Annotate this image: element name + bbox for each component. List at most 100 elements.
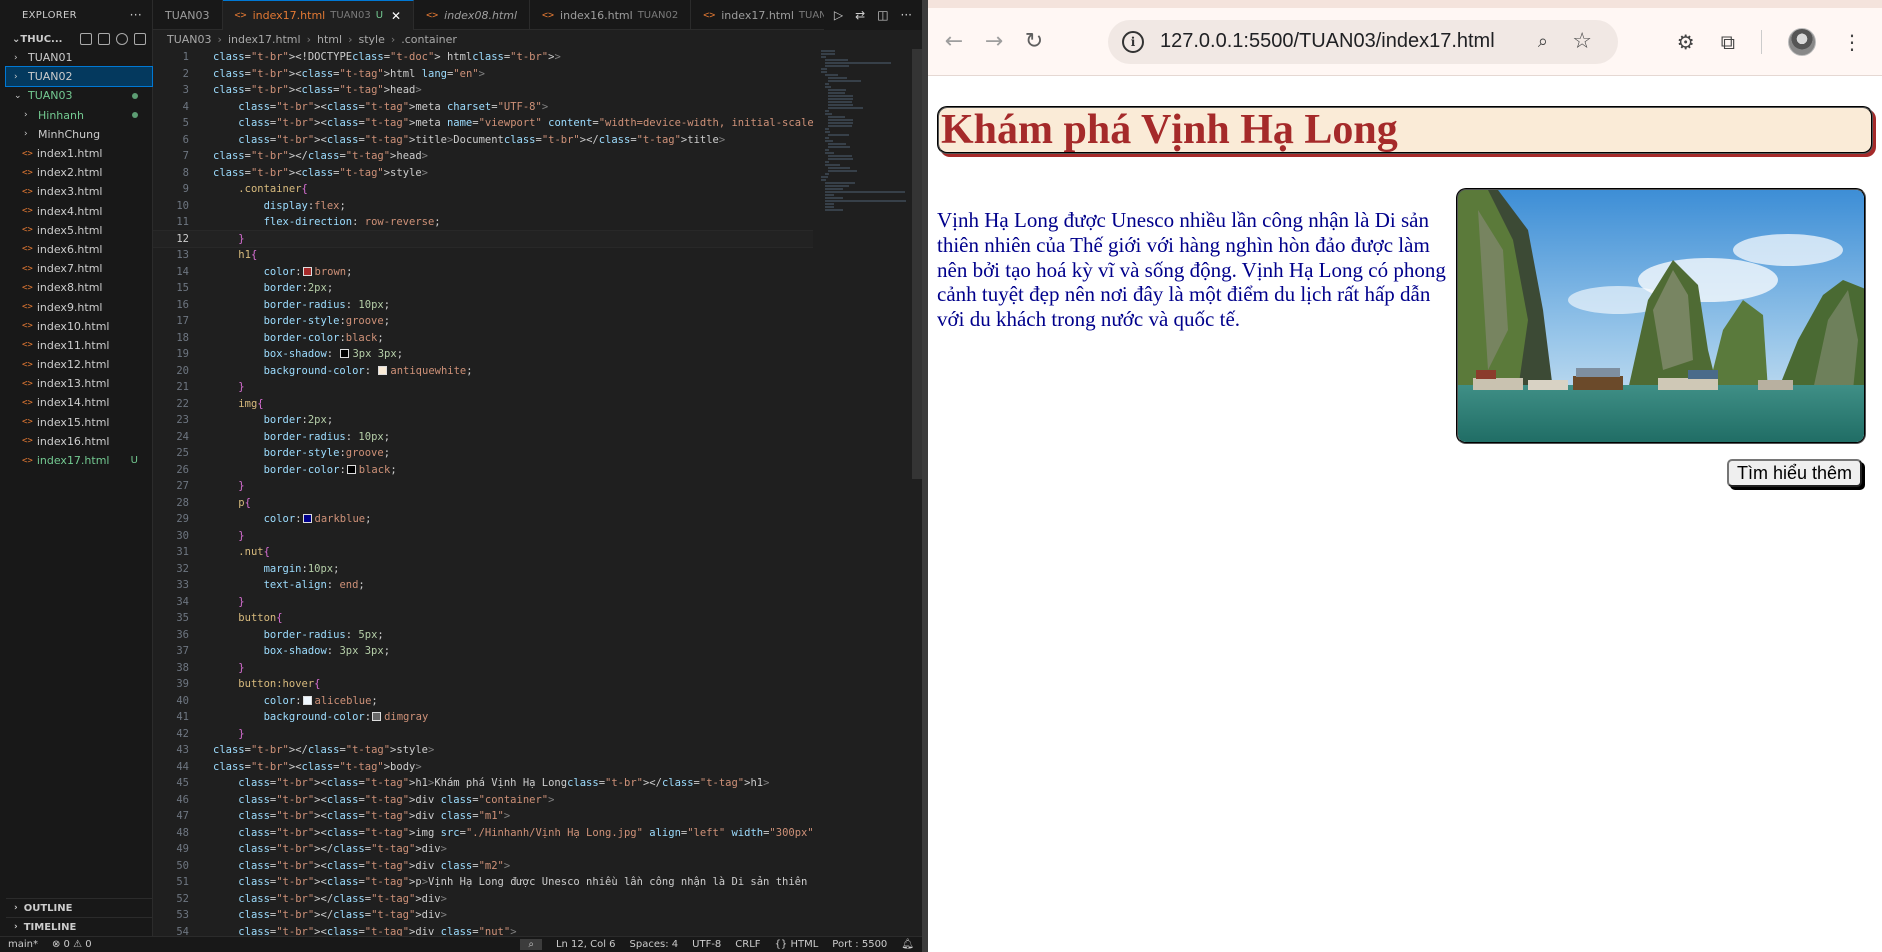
menu-kebab-icon[interactable]: ⋮ bbox=[1842, 30, 1862, 54]
branch-indicator[interactable]: main* bbox=[8, 939, 38, 950]
code-line[interactable]: 27 } bbox=[153, 478, 813, 495]
reload-button[interactable]: ↻ bbox=[1014, 22, 1054, 62]
learn-more-button[interactable]: Tìm hiểu thêm bbox=[1726, 459, 1862, 487]
workspace-root[interactable]: ⌄ THUC... bbox=[6, 30, 152, 48]
code-editor[interactable]: 1 class="t-br"><!DOCTYPEclass="t-doc"> ht… bbox=[153, 49, 813, 936]
code-line[interactable]: 25 border-style:groove; bbox=[153, 445, 813, 462]
editor-tab[interactable]: TUAN03 bbox=[153, 0, 223, 30]
url-text[interactable]: 127.0.0.1:5500/TUAN03/index17.html bbox=[1160, 30, 1495, 53]
code-line[interactable]: 35 button{ bbox=[153, 610, 813, 627]
encoding[interactable]: UTF-8 bbox=[692, 939, 721, 950]
code-line[interactable]: 18 border-color:black; bbox=[153, 330, 813, 347]
notifications-icon[interactable]: 🔔︎ bbox=[901, 939, 914, 950]
code-line[interactable]: 38 } bbox=[153, 660, 813, 677]
code-line[interactable]: 40 color: aliceblue; bbox=[153, 693, 813, 710]
more-actions-icon[interactable]: ··· bbox=[901, 8, 912, 22]
code-line[interactable]: 1 class="t-br"><!DOCTYPEclass="t-doc"> ht… bbox=[153, 49, 813, 66]
explorer-item[interactable]: <> index10.html bbox=[6, 317, 152, 336]
code-line[interactable]: 52 class="t-br"></class="t-tag">div> bbox=[153, 891, 813, 908]
explorer-item[interactable]: <> index16.html bbox=[6, 432, 152, 451]
code-line[interactable]: 34 } bbox=[153, 594, 813, 611]
explorer-item[interactable]: <> index9.html bbox=[6, 297, 152, 316]
code-line[interactable]: 2 class="t-br"><class="t-tag">html lang="… bbox=[153, 66, 813, 83]
code-line[interactable]: 17 border-style:groove; bbox=[153, 313, 813, 330]
code-line[interactable]: 31 .nut{ bbox=[153, 544, 813, 561]
code-line[interactable]: 45 class="t-br"><class="t-tag">h1>Khám p… bbox=[153, 775, 813, 792]
explorer-item[interactable]: <> index6.html bbox=[6, 240, 152, 259]
explorer-item[interactable]: <> index7.html bbox=[6, 259, 152, 278]
breadcrumb-item[interactable]: index17.html bbox=[228, 33, 301, 46]
explorer-item[interactable]: <> index4.html bbox=[6, 202, 152, 221]
explorer-item[interactable]: › TUAN01 bbox=[6, 48, 152, 67]
profile-avatar[interactable] bbox=[1788, 27, 1816, 56]
explorer-item[interactable]: <> index8.html bbox=[6, 278, 152, 297]
extensions-puzzle-icon[interactable]: ⧉ bbox=[1721, 30, 1735, 54]
code-line[interactable]: 42 } bbox=[153, 726, 813, 743]
compare-icon[interactable]: ⇄ bbox=[855, 8, 865, 22]
explorer-item[interactable]: › MinhChung bbox=[6, 125, 152, 144]
refresh-icon[interactable] bbox=[116, 33, 128, 45]
explorer-item[interactable]: <> index14.html bbox=[6, 393, 152, 412]
code-line[interactable]: 6 class="t-br"><class="t-tag">title>Docu… bbox=[153, 132, 813, 149]
code-line[interactable]: 12 } bbox=[153, 229, 813, 248]
code-line[interactable]: 15 border:2px; bbox=[153, 280, 813, 297]
zoom-icon[interactable]: ⌕ bbox=[1538, 31, 1548, 52]
live-server-port[interactable]: Port : 5500 bbox=[832, 939, 887, 950]
code-line[interactable]: 9 .container{ bbox=[153, 181, 813, 198]
run-icon[interactable]: ▷ bbox=[834, 8, 843, 22]
problems-indicator[interactable]: ⊗ 0 ⚠ 0 bbox=[52, 939, 92, 950]
explorer-item[interactable]: › Hinhanh bbox=[6, 106, 152, 125]
code-line[interactable]: 50 class="t-br"><class="t-tag">div class… bbox=[153, 858, 813, 875]
site-info-icon[interactable]: i bbox=[1122, 30, 1144, 53]
code-line[interactable]: 11 flex-direction: row-reverse; bbox=[153, 214, 813, 231]
code-line[interactable]: 22 img{ bbox=[153, 396, 813, 413]
code-line[interactable]: 23 border:2px; bbox=[153, 412, 813, 429]
breadcrumb-item[interactable]: TUAN03 bbox=[167, 33, 212, 46]
code-line[interactable]: 14 color: brown; bbox=[153, 264, 813, 281]
editor-tab[interactable]: <> index16.html TUAN02 bbox=[530, 0, 692, 30]
code-line[interactable]: 46 class="t-br"><class="t-tag">div class… bbox=[153, 792, 813, 809]
explorer-item[interactable]: <> index17.html U bbox=[6, 451, 152, 470]
code-line[interactable]: 43 class="t-br"></class="t-tag">style> bbox=[153, 742, 813, 759]
collapse-all-icon[interactable] bbox=[134, 33, 146, 45]
explorer-item[interactable]: <> index11.html bbox=[6, 336, 152, 355]
new-file-icon[interactable] bbox=[80, 33, 92, 45]
new-folder-icon[interactable] bbox=[98, 33, 110, 45]
code-line[interactable]: 51 class="t-br"><class="t-tag">p>Vịnh Hạ… bbox=[153, 874, 813, 891]
split-editor-icon[interactable]: ◫ bbox=[877, 8, 888, 22]
explorer-item[interactable]: <> index1.html bbox=[6, 144, 152, 163]
zoom-icon[interactable]: ⌕ bbox=[520, 939, 542, 950]
code-line[interactable]: 30 } bbox=[153, 528, 813, 545]
breadcrumb-item[interactable]: style bbox=[358, 33, 384, 46]
code-line[interactable]: 4 class="t-br"><class="t-tag">meta chars… bbox=[153, 99, 813, 116]
explorer-item[interactable]: <> index15.html bbox=[6, 413, 152, 432]
explorer-item[interactable]: › TUAN02 bbox=[5, 66, 153, 88]
code-line[interactable]: 48 class="t-br"><class="t-tag">img src="… bbox=[153, 825, 813, 842]
bookmark-star-icon[interactable]: ☆ bbox=[1572, 29, 1592, 54]
editor-tab[interactable]: <> index17.html TUAN03 U ✕ bbox=[222, 0, 415, 30]
explorer-item[interactable]: <> index5.html bbox=[6, 221, 152, 240]
breadcrumb-item[interactable]: html bbox=[317, 33, 342, 46]
code-line[interactable]: 20 background-color: antiquewhite; bbox=[153, 363, 813, 380]
timeline-section[interactable]: › TIMELINE bbox=[6, 917, 152, 936]
code-line[interactable]: 29 color: darkblue; bbox=[153, 511, 813, 528]
code-line[interactable]: 19 box-shadow: 3px 3px; bbox=[153, 346, 813, 363]
editor-tab[interactable]: <> index08.html bbox=[414, 0, 530, 30]
code-line[interactable]: 21 } bbox=[153, 379, 813, 396]
minimap[interactable] bbox=[821, 49, 911, 211]
code-line[interactable]: 10 display:flex; bbox=[153, 198, 813, 215]
code-line[interactable]: 16 border-radius: 10px; bbox=[153, 297, 813, 314]
code-line[interactable]: 3 class="t-br"><class="t-tag">head> bbox=[153, 82, 813, 99]
code-line[interactable]: 7 class="t-br"></class="t-tag">head> bbox=[153, 148, 813, 165]
explorer-item[interactable]: <> index3.html bbox=[6, 182, 152, 201]
code-line[interactable]: 54 class="t-br"><class="t-tag">div class… bbox=[153, 924, 813, 936]
code-line[interactable]: 53 class="t-br"></class="t-tag">div> bbox=[153, 907, 813, 924]
explorer-item[interactable]: ⌄ TUAN03 bbox=[6, 86, 152, 105]
code-line[interactable]: 41 background-color: dimgray bbox=[153, 709, 813, 726]
code-line[interactable]: 36 border-radius: 5px; bbox=[153, 627, 813, 644]
close-icon[interactable]: ✕ bbox=[391, 9, 401, 23]
code-line[interactable]: 32 margin:10px; bbox=[153, 561, 813, 578]
language-mode[interactable]: {} HTML bbox=[775, 939, 819, 950]
line-ending[interactable]: CRLF bbox=[735, 939, 760, 950]
explorer-item[interactable]: <> index13.html bbox=[6, 374, 152, 393]
